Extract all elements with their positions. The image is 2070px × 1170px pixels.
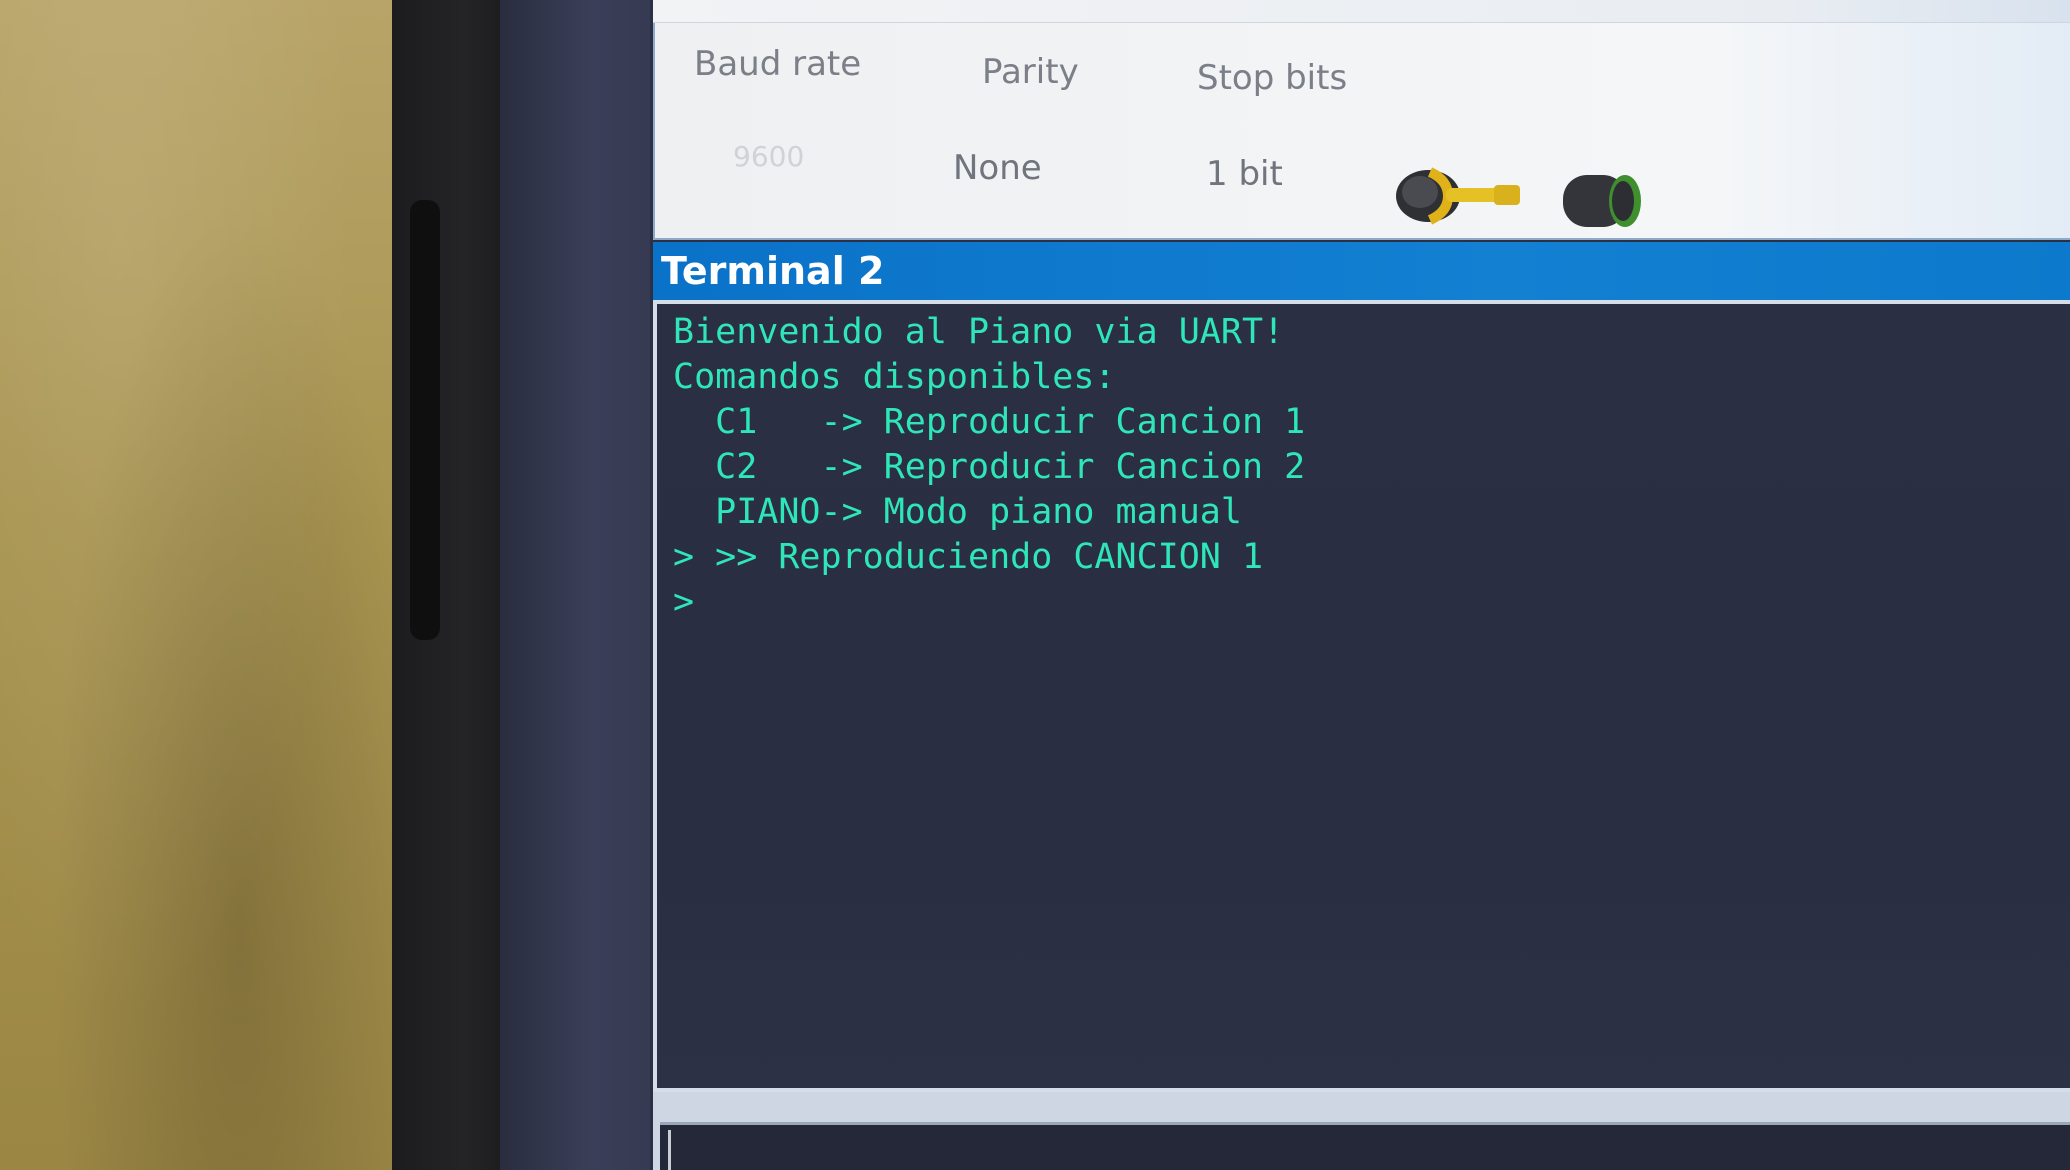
terminal-prompt: > [673, 582, 695, 622]
terminal-input[interactable] [660, 1122, 2070, 1170]
baud-rate-value[interactable]: 9600 [733, 140, 804, 173]
stop-bits-label: Stop bits [1197, 58, 1348, 98]
terminal-line: PIANO-> Modo piano manual [673, 492, 1242, 532]
background-wall [0, 0, 400, 1170]
screen-edge [500, 0, 650, 1170]
terminal-output[interactable]: Bienvenido al Piano via UART! Comandos d… [653, 300, 2070, 1092]
stop-bits-value[interactable]: 1 bit [1206, 154, 1283, 194]
input-caret [668, 1130, 671, 1170]
serial-settings-panel [653, 0, 2070, 240]
parity-value[interactable]: None [953, 148, 1042, 188]
terminal-line: > >> Reproduciendo CANCION 1 [673, 537, 1264, 577]
terminal-title-bar: Terminal 2 [653, 242, 2070, 300]
baud-rate-label: Baud rate [694, 44, 862, 84]
plug-icon[interactable] [1390, 160, 1530, 230]
terminal-line: C1 -> Reproducir Cancion 1 [673, 402, 1306, 442]
bezel-slot [410, 200, 440, 640]
terminal-line: C2 -> Reproducir Cancion 2 [673, 447, 1306, 487]
terminal-line: Comandos disponibles: [673, 357, 1116, 397]
top-toolbar-strip [653, 0, 2070, 23]
knob-icon[interactable] [1555, 165, 1655, 235]
parity-label: Parity [982, 52, 1079, 92]
terminal-line: Bienvenido al Piano via UART! [673, 312, 1285, 352]
